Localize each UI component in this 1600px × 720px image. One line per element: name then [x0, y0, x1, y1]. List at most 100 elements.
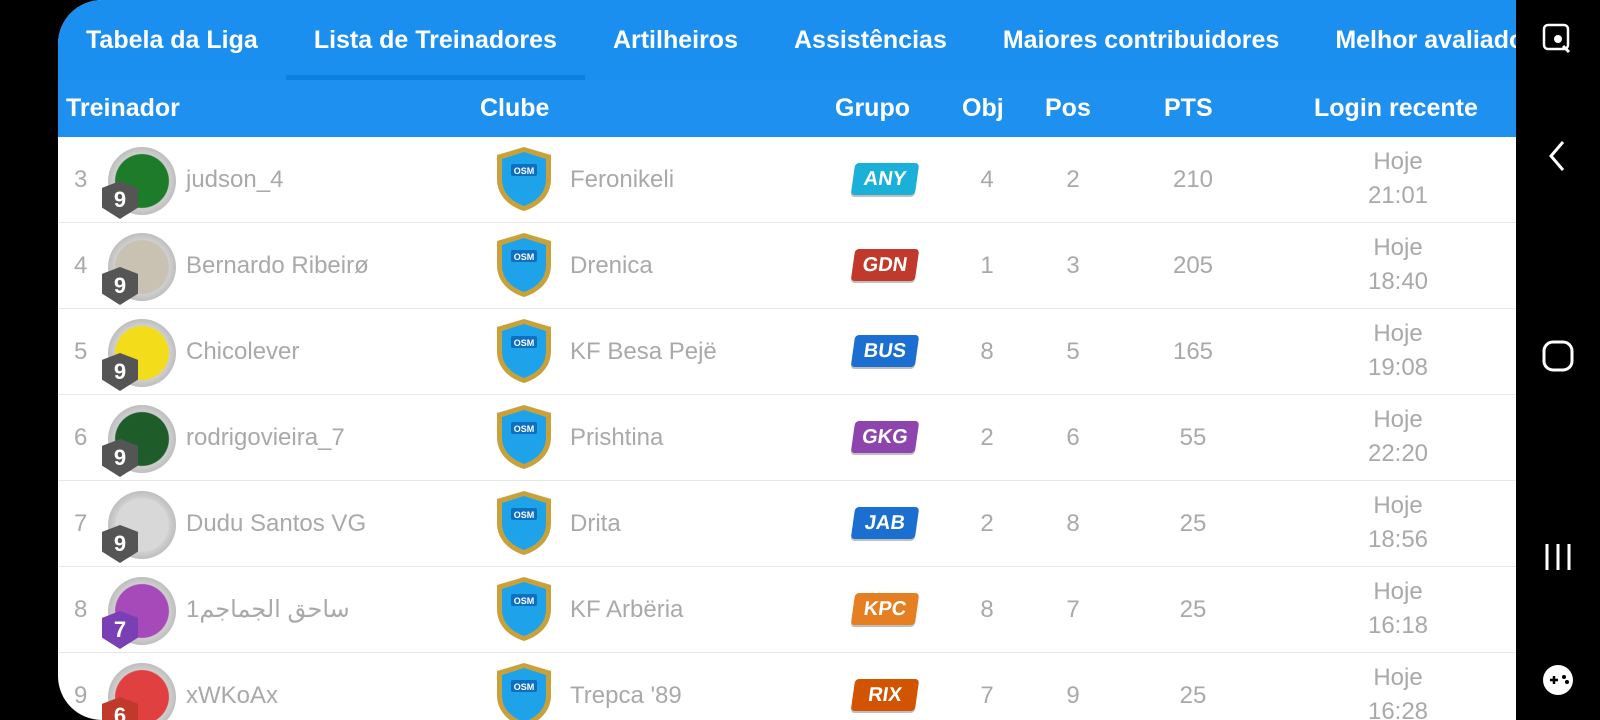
- shield-icon: OSM: [493, 489, 555, 557]
- svg-text:OSM: OSM: [514, 252, 535, 262]
- col-coach[interactable]: Treinador: [66, 80, 180, 137]
- recent-login: Hoje 16:18: [1338, 575, 1458, 643]
- position-value: 3: [1066, 252, 1080, 279]
- club-name[interactable]: Drenica: [570, 223, 653, 308]
- recent-login: Hoje 18:56: [1338, 489, 1458, 557]
- points-value: 210: [1172, 166, 1214, 193]
- position-value: 9: [1066, 682, 1080, 709]
- row-rank: 8: [74, 596, 88, 623]
- shield-icon: OSM: [493, 575, 555, 643]
- svg-text:OSM: OSM: [514, 682, 535, 692]
- row-rank: 6: [74, 424, 88, 451]
- table-row[interactable]: 8 7 ساحق الجماجم1 OSM KF Arbëria KPC 8 7 25 Hoje 1…: [58, 567, 1516, 653]
- row-rank: 5: [74, 338, 88, 365]
- table-row[interactable]: 6 9 rodrigovieira_7 OSM Prishtina GKG 2 6 55 Hoje…: [58, 395, 1516, 481]
- coach-name[interactable]: rodrigovieira_7: [186, 395, 345, 480]
- position-value: 7: [1066, 596, 1080, 623]
- svg-text:OSM: OSM: [514, 510, 535, 520]
- svg-text:OSM: OSM: [514, 424, 535, 434]
- app-window: Tabela da Liga Lista de Treinadores Arti…: [58, 0, 1516, 720]
- row-rank: 7: [74, 510, 88, 537]
- club-name[interactable]: Trepca '89: [570, 653, 682, 720]
- tab-bar: Tabela da Liga Lista de Treinadores Arti…: [58, 0, 1516, 80]
- col-obj[interactable]: Obj: [962, 80, 1004, 137]
- group-badge: KPC: [850, 593, 920, 625]
- col-club[interactable]: Clube: [480, 80, 549, 137]
- objective-value: 2: [980, 510, 994, 537]
- points-value: 25: [1179, 596, 1207, 623]
- login-day: Hoje: [1373, 664, 1423, 691]
- shield-icon: OSM: [493, 231, 555, 299]
- tab-coach-list[interactable]: Lista de Treinadores: [285, 0, 585, 80]
- tab-top-contributors[interactable]: Maiores contribuidores: [975, 0, 1307, 80]
- coach-name[interactable]: ساحق الجماجم1: [186, 567, 350, 652]
- row-rank: 4: [74, 252, 88, 279]
- points-value: 55: [1179, 424, 1207, 451]
- recent-login: Hoje 18:40: [1338, 231, 1458, 299]
- recent-login: Hoje 21:01: [1338, 145, 1458, 213]
- login-time: 18:40: [1367, 268, 1429, 295]
- system-nav-bar: [1516, 0, 1600, 720]
- login-time: 16:28: [1367, 698, 1429, 720]
- table-row[interactable]: 7 9 Dudu Santos VG OSM Drita JAB 2 8 25 Hoje 18:56: [58, 481, 1516, 567]
- tab-league-table[interactable]: Tabela da Liga: [58, 0, 286, 80]
- login-time: 16:18: [1367, 612, 1429, 639]
- back-icon[interactable]: [1516, 138, 1600, 179]
- home-icon[interactable]: [1516, 338, 1600, 379]
- position-value: 6: [1066, 424, 1080, 451]
- position-value: 5: [1066, 338, 1080, 365]
- objective-value: 4: [980, 166, 994, 193]
- shield-icon: OSM: [493, 403, 555, 471]
- table-row[interactable]: 4 9 Bernardo Ribeirø OSM Drenica GDN 1 3 205 Hoje…: [58, 223, 1516, 309]
- recent-login: Hoje 19:08: [1338, 317, 1458, 385]
- login-time: 18:56: [1367, 526, 1429, 553]
- coach-name[interactable]: Dudu Santos VG: [186, 481, 366, 566]
- objective-value: 8: [980, 338, 994, 365]
- col-pts[interactable]: PTS: [1164, 80, 1213, 137]
- col-group[interactable]: Grupo: [835, 80, 910, 137]
- objective-value: 1: [980, 252, 994, 279]
- group-badge: BUS: [850, 335, 920, 367]
- coach-name[interactable]: Bernardo Ribeirø: [186, 223, 369, 308]
- table-row[interactable]: 3 9 judson_4 OSM Feronikeli ANY 4 2 210 Hoje 21:01: [58, 137, 1516, 223]
- recents-icon[interactable]: [1516, 540, 1600, 579]
- objective-value: 8: [980, 596, 994, 623]
- objective-value: 2: [980, 424, 994, 451]
- svg-text:OSM: OSM: [514, 596, 535, 606]
- objective-value: 7: [980, 682, 994, 709]
- group-badge: JAB: [850, 507, 920, 539]
- club-name[interactable]: Feronikeli: [570, 137, 674, 222]
- group-badge: RIX: [850, 679, 920, 711]
- col-pos[interactable]: Pos: [1045, 80, 1091, 137]
- position-value: 2: [1066, 166, 1080, 193]
- svg-text:OSM: OSM: [514, 166, 535, 176]
- tab-top-scorers[interactable]: Artilheiros: [585, 0, 766, 80]
- table-row[interactable]: 9 6 xWKoAx OSM Trepca '89 RIX 7 9 25 Hoje 16:28: [58, 653, 1516, 720]
- login-day: Hoje: [1373, 492, 1423, 519]
- coach-name[interactable]: xWKoAx: [186, 653, 278, 720]
- tab-best-rated[interactable]: Melhor avaliado: [1307, 0, 1516, 80]
- club-name[interactable]: KF Arbëria: [570, 567, 683, 652]
- login-day: Hoje: [1373, 578, 1423, 605]
- coach-name[interactable]: Chicolever: [186, 309, 299, 394]
- points-value: 25: [1179, 682, 1207, 709]
- table-row[interactable]: 5 9 Chicolever OSM KF Besa Pejë BUS 8 5 165 Hoje 1…: [58, 309, 1516, 395]
- shield-icon: OSM: [493, 661, 555, 720]
- position-value: 8: [1066, 510, 1080, 537]
- club-name[interactable]: Drita: [570, 481, 621, 566]
- screen-icon[interactable]: [1516, 22, 1600, 61]
- login-time: 21:01: [1367, 182, 1429, 209]
- gamepad-icon[interactable]: [1516, 662, 1600, 703]
- club-name[interactable]: Prishtina: [570, 395, 663, 480]
- col-login[interactable]: Login recente: [1314, 80, 1478, 137]
- svg-text:OSM: OSM: [514, 338, 535, 348]
- group-badge: ANY: [850, 163, 920, 195]
- login-time: 19:08: [1367, 354, 1429, 381]
- login-day: Hoje: [1373, 406, 1423, 433]
- group-badge: GKG: [850, 421, 920, 453]
- row-rank: 9: [74, 682, 88, 709]
- coach-name[interactable]: judson_4: [186, 137, 283, 222]
- club-name[interactable]: KF Besa Pejë: [570, 309, 717, 394]
- tab-assists[interactable]: Assistências: [766, 0, 975, 80]
- points-value: 25: [1179, 510, 1207, 537]
